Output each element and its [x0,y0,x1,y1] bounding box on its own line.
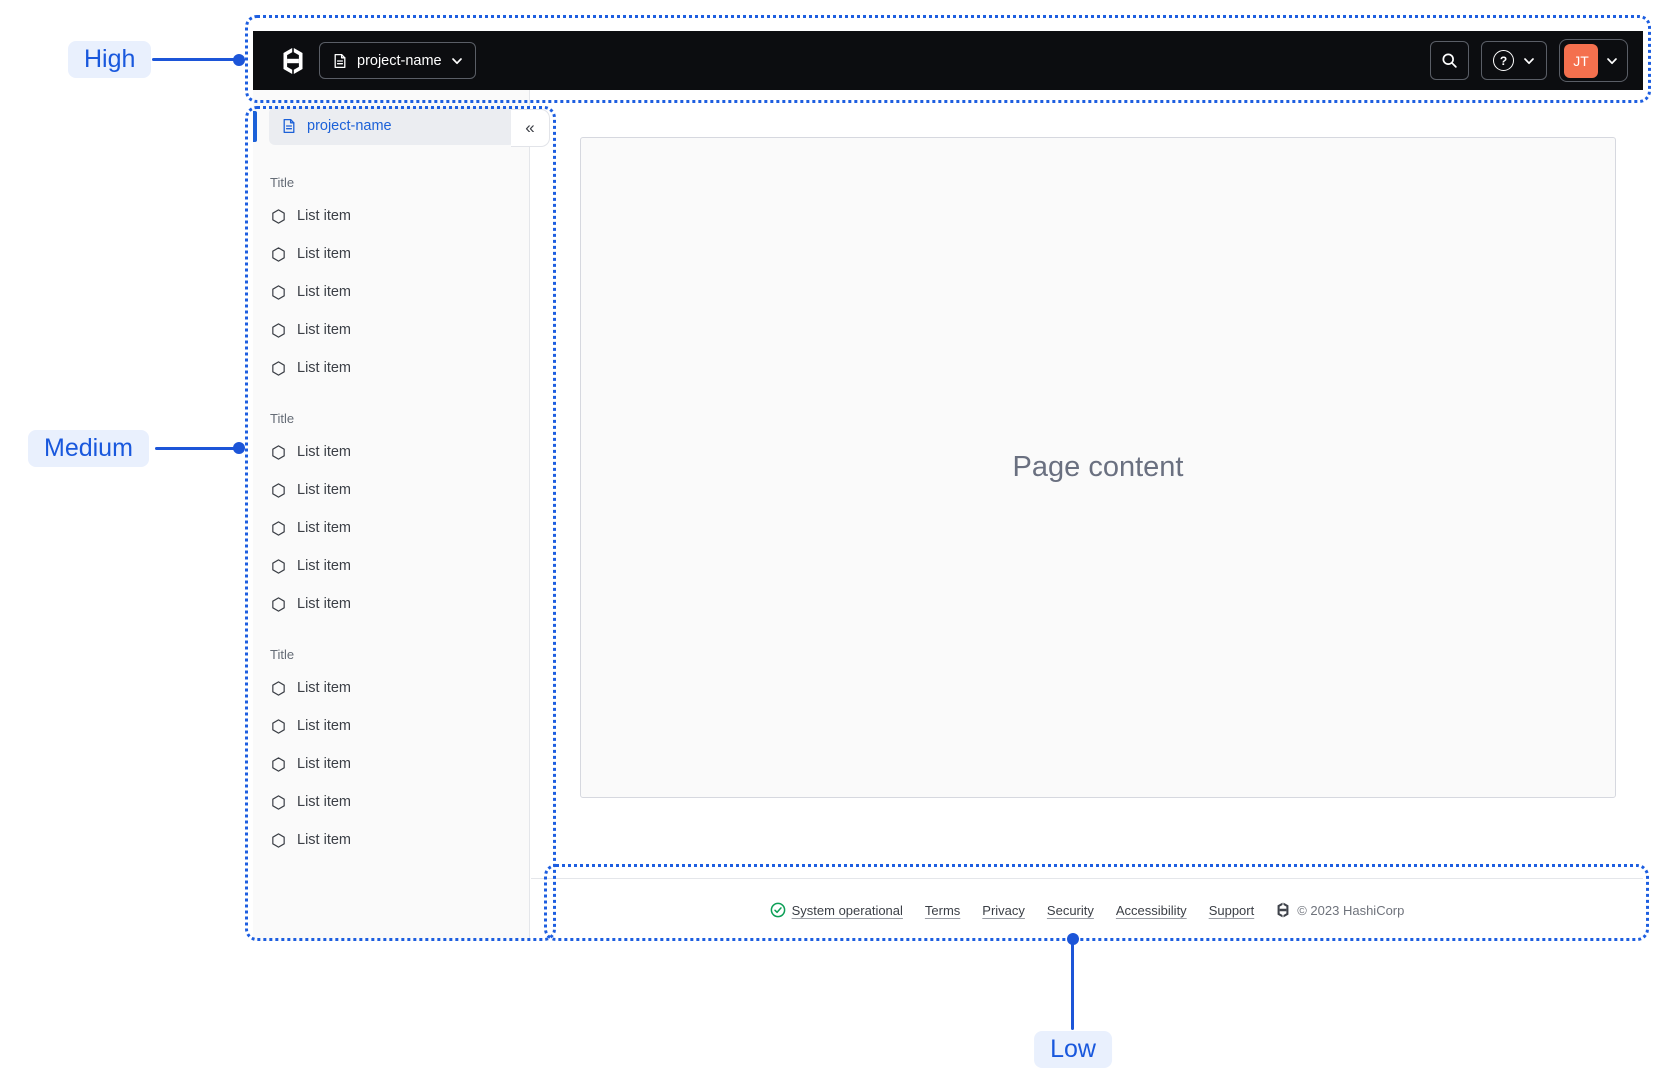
annotation-connector-low [1071,941,1074,1030]
annotation-box-low [544,864,1649,941]
annotation-label-high: High [68,41,152,79]
annotation-label-medium: Medium [28,430,149,468]
annotation-box-high [245,15,1651,103]
screenshot-stage: project-name ? JT project-name Title Lis… [0,0,1672,1078]
annotation-connector-medium [155,447,236,450]
sidebar-collapse-button[interactable]: « [511,109,550,147]
annotation-label-low: Low [1034,1031,1112,1069]
collapse-icon: « [525,118,535,137]
page-content-area: Page content [580,137,1616,798]
annotation-dot-high [233,54,245,66]
page-content-placeholder: Page content [1012,451,1184,483]
annotation-connector-high [152,58,236,61]
annotation-dot-medium [233,442,245,454]
annotation-box-medium [245,106,556,941]
